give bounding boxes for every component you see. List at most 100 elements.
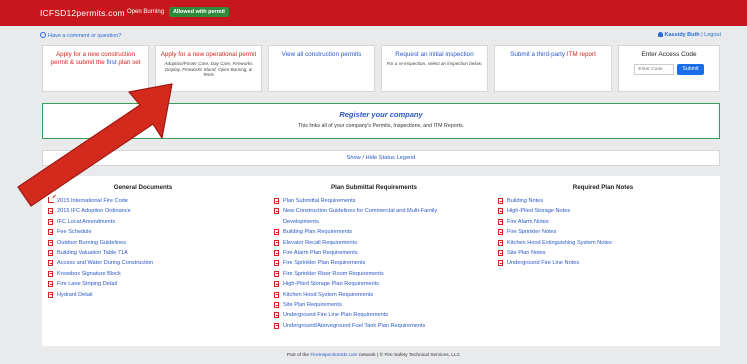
document-link-label: Access and Water During Construction: [57, 260, 154, 267]
construction-card-first: first: [106, 59, 117, 66]
document-link[interactable]: 2015 IFC Adoption Ordinance: [48, 206, 238, 216]
access-code-title: Enter Access Code: [641, 51, 697, 58]
pdf-icon: [274, 260, 279, 267]
document-link-label: Building Plan Requirements: [283, 229, 353, 236]
pdf-icon: [274, 229, 279, 236]
register-company-link[interactable]: Register your company: [43, 110, 719, 119]
pdf-icon: [48, 281, 53, 288]
document-link[interactable]: Kitchen Hood System Requirements: [274, 290, 474, 300]
document-link[interactable]: Outdoor Burning Guidelines: [48, 238, 238, 248]
register-company-panel: Register your company This links all of …: [42, 103, 720, 139]
new-construction-permit-card[interactable]: Apply for a new construction permit & su…: [42, 45, 149, 92]
open-burning-label: Open Burning: [127, 9, 165, 15]
document-link-label: Fire Alarm Plan Requirements: [283, 250, 358, 257]
document-link[interactable]: Site Plan Requirements: [274, 300, 474, 310]
document-link[interactable]: Building Valuation Table 71A: [48, 248, 238, 258]
document-link[interactable]: Building Notes: [498, 196, 708, 206]
document-link[interactable]: Access and Water During Construction: [48, 258, 238, 268]
user-name-link[interactable]: Kassidy Buth: [665, 32, 700, 38]
pdf-icon: [48, 239, 53, 246]
pdf-icon: [48, 250, 53, 257]
document-link[interactable]: Underground Fire Line Notes: [498, 258, 708, 268]
footer-post: network | © Fire Safety Technical Servic…: [357, 353, 461, 358]
document-link[interactable]: High-Piled Storage Notes: [498, 206, 708, 216]
document-link[interactable]: High-Piled Storage Plan Requirements: [274, 279, 474, 289]
page-footer: Part of the FireInspectionSD.com network…: [0, 353, 747, 358]
document-link[interactable]: Site Plan Notes: [498, 248, 708, 258]
document-link[interactable]: Plan Submittal Requirements: [274, 196, 474, 206]
new-operational-permit-card[interactable]: Apply for a new operational permit Adopt…: [155, 45, 262, 92]
document-link[interactable]: Fire Sprinkler Riser Room Requirements: [274, 269, 474, 279]
construction-card-line2: permit & submit the first plan set: [47, 59, 144, 67]
document-link[interactable]: Fire Lane Striping Detail: [48, 279, 238, 289]
pdf-icon: [274, 270, 279, 277]
document-link[interactable]: New Construction Guidelines for Commerci…: [274, 206, 474, 227]
pdf-icon: [274, 250, 279, 257]
general-documents-title: General Documents: [113, 184, 173, 191]
itm-card-title: Submit a third-party ITM report: [499, 51, 607, 59]
user-area: Kassidy Buth | Logout: [657, 32, 721, 38]
document-link[interactable]: Elevator Recall Requirements: [274, 238, 474, 248]
document-link-label: Fire Lane Striping Detail: [57, 281, 118, 288]
document-link[interactable]: IFC Local Amendments: [48, 217, 238, 227]
plan-notes-column: Required Plan Notes Building Notes High-P…: [498, 184, 708, 269]
submit-itm-report-card[interactable]: Submit a third-party ITM report: [494, 45, 612, 92]
document-link-label: Underground/Aboveground Fuel Tank Plan R…: [283, 322, 426, 329]
document-link[interactable]: Kitchen Hood Extinguishing System Notes: [498, 238, 708, 248]
document-link[interactable]: 2015 International Fire Code: [48, 196, 238, 206]
document-link[interactable]: Fee Schedule: [48, 227, 238, 237]
document-link-label: Knowbox Signature Block: [57, 270, 121, 277]
pdf-icon: [48, 291, 53, 298]
document-link-label: Fire Sprinkler Plan Requirements: [283, 260, 366, 267]
document-link[interactable]: Fire Sprinkler Plan Requirements: [274, 258, 474, 268]
pdf-icon: [274, 208, 279, 215]
pdf-icon: [274, 281, 279, 288]
construction-card-line2-post: plan set: [116, 59, 141, 66]
document-link-label: Site Plan Requirements: [283, 302, 342, 309]
document-link-label: New Construction Guidelines for Commerci…: [283, 208, 438, 225]
document-link-label: Outdoor Burning Guidelines: [57, 239, 127, 246]
status-legend-toggle[interactable]: Show / Hide Status Legend: [42, 150, 720, 166]
pdf-icon: [498, 208, 503, 215]
footer-network-link[interactable]: FireInspectionSD.com: [310, 353, 357, 358]
footer-pre: Part of the: [286, 353, 311, 358]
document-link-label: Plan Submittal Requirements: [283, 198, 356, 204]
comment-link[interactable]: Have a comment or question?: [40, 32, 121, 39]
comment-icon: [40, 32, 46, 38]
document-link-label: IFC Local Amendments: [57, 218, 116, 225]
pdf-icon: [48, 229, 53, 236]
access-code-submit-button[interactable]: Submit: [677, 64, 704, 75]
pdf-icon: [274, 291, 279, 298]
inspection-card-sub: For a re-inspection, select an inspectio…: [386, 61, 483, 66]
burn-status-badge: Allowed with permit: [169, 7, 229, 17]
document-link-label: Building Valuation Table 71A: [57, 250, 128, 257]
plan-submittal-list: Plan Submittal Requirements New Construct…: [274, 196, 474, 331]
pdf-icon: [274, 302, 279, 309]
register-company-text: This links all of your company's Permits…: [297, 123, 465, 129]
document-link[interactable]: Fire Alarm Plan Requirements: [274, 248, 474, 258]
document-link[interactable]: Fire Sprinkler Notes: [498, 227, 708, 237]
user-icon: [657, 32, 663, 37]
document-link-label: High-Piled Storage Notes: [507, 208, 571, 215]
request-inspection-card[interactable]: Request an initial inspection For a re-i…: [381, 45, 488, 92]
site-brand[interactable]: ICFSD12permits.com: [40, 8, 125, 18]
document-link[interactable]: Knowbox Signature Block: [48, 269, 238, 279]
access-code-row: Submit: [623, 64, 715, 75]
document-link-label: 2015 IFC Adoption Ordinance: [57, 208, 131, 215]
document-link[interactable]: Building Plan Requirements: [274, 227, 474, 237]
construction-card-line2-pre: permit & submit the: [50, 59, 107, 66]
document-link-label: Hydrant Detail: [57, 291, 93, 298]
access-code-input[interactable]: [634, 64, 675, 75]
documents-panel: General Documents 2015 International Fir…: [42, 176, 720, 346]
itm-card-title-pre: Submit a third-party: [510, 51, 567, 58]
document-link[interactable]: Hydrant Detail: [48, 290, 238, 300]
document-link[interactable]: Underground/Aboveground Fuel Tank Plan R…: [274, 321, 474, 331]
document-link[interactable]: Fire Alarm Notes: [498, 217, 708, 227]
logout-link[interactable]: Logout: [704, 32, 721, 38]
document-link-label: 2015 International Fire Code: [57, 198, 128, 204]
operational-card-sub: Adoption/Foster Care, Day Care, Firework…: [164, 61, 253, 78]
view-construction-permits-card[interactable]: View all construction permits: [268, 45, 375, 92]
document-link[interactable]: Underground Fire Line Plan Requirements: [274, 310, 474, 320]
itm-card-title-hl: ITM report: [566, 51, 596, 58]
document-link-label: Site Plan Notes: [507, 250, 546, 257]
